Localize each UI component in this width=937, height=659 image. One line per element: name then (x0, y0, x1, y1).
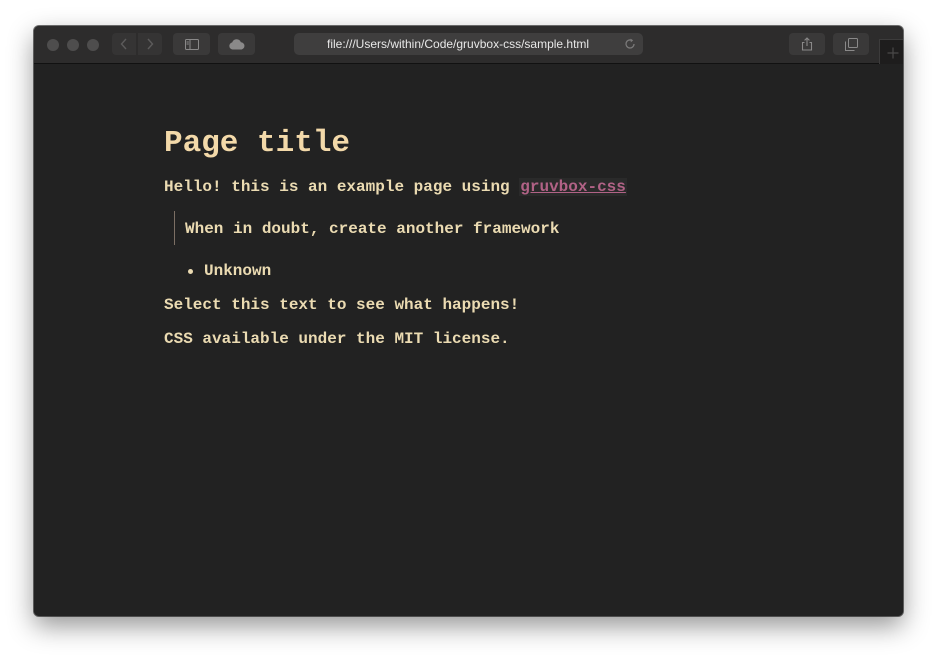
sidebar-button[interactable] (173, 33, 210, 55)
share-icon (801, 37, 813, 51)
show-all-tabs-button[interactable] (833, 33, 869, 55)
share-button[interactable] (789, 33, 825, 55)
license-paragraph: CSS available under the MIT license. (164, 330, 510, 348)
sidebar-icon (184, 38, 199, 50)
address-bar[interactable]: file:///Users/within/Code/gruvbox-css/sa… (294, 33, 643, 55)
intro-text: Hello! this is an example page using (164, 178, 520, 196)
zoom-window-button[interactable] (87, 39, 99, 51)
blockquote-text: When in doubt, create another framework (185, 220, 560, 238)
browser-window: file:///Users/within/Code/gruvbox-css/sa… (34, 26, 903, 616)
list-bullet (188, 269, 193, 274)
select-text-paragraph[interactable]: Select this text to see what happens! (164, 295, 519, 315)
minimize-window-button[interactable] (67, 39, 79, 51)
new-tab-button[interactable] (879, 39, 903, 66)
cloud-icon (228, 38, 244, 49)
back-button[interactable] (112, 33, 136, 55)
close-window-button[interactable] (47, 39, 59, 51)
tabs-icon (844, 37, 858, 51)
gruvbox-css-link[interactable]: gruvbox-css (519, 178, 627, 196)
chevron-left-icon (120, 38, 127, 50)
icloud-tabs-button[interactable] (218, 33, 255, 55)
chevron-right-icon (147, 38, 154, 50)
plus-icon (887, 47, 899, 59)
blockquote-border (174, 211, 175, 245)
forward-button[interactable] (138, 33, 162, 55)
reload-icon[interactable] (624, 38, 636, 50)
list-item: Unknown (204, 262, 272, 280)
page-title: Page title (164, 126, 351, 161)
url-text[interactable]: file:///Users/within/Code/gruvbox-css/sa… (327, 37, 611, 51)
intro-paragraph: Hello! this is an example page using gru… (164, 177, 627, 197)
browser-toolbar: file:///Users/within/Code/gruvbox-css/sa… (34, 26, 903, 66)
page-content: Page title Hello! this is an example pag… (34, 64, 903, 616)
